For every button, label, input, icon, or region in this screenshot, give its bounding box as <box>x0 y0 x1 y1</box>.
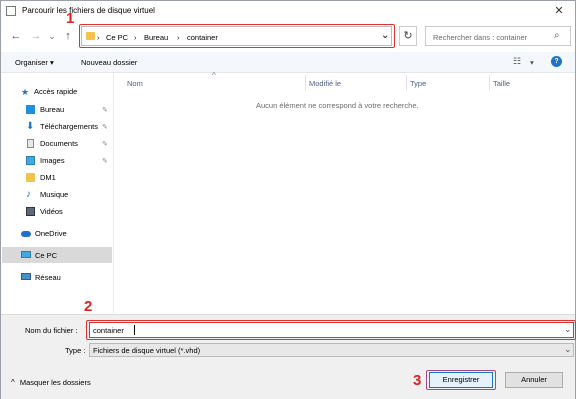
file-type-select[interactable]: Fichiers de disque virtuel (*.vhd) ⌄ <box>89 343 574 357</box>
column-divider[interactable] <box>305 75 306 91</box>
text-cursor <box>134 325 135 335</box>
save-button[interactable]: Enregistrer <box>429 372 493 388</box>
window-icon <box>6 6 16 16</box>
sort-indicator-icon: ^ <box>212 71 216 80</box>
network-icon <box>21 273 31 280</box>
organize-label: Organiser <box>15 58 48 67</box>
file-type-value: Fichiers de disque virtuel (*.vhd) <box>93 346 201 355</box>
pc-icon <box>21 251 31 258</box>
videos-icon <box>26 207 35 216</box>
sidebar-item-label: Documents <box>40 139 78 148</box>
music-icon: ♪ <box>26 189 31 200</box>
file-dialog-window: Parcourir les fichiers de disque virtuel… <box>0 0 576 399</box>
search-icon[interactable]: ⌕ <box>554 30 560 41</box>
sidebar-item-label: Bureau <box>40 105 65 114</box>
address-bar-highlight <box>79 24 395 48</box>
sidebar-item-label: OneDrive <box>35 229 67 238</box>
annotation-number: 2 <box>84 298 93 315</box>
annotation-number: 1 <box>66 10 75 27</box>
back-arrow-icon[interactable]: ← <box>9 29 23 43</box>
view-dropdown-icon[interactable]: ▾ <box>530 58 534 67</box>
column-modified[interactable]: Modifié le <box>309 79 341 88</box>
hide-folders-label: Masquer les dossiers <box>19 378 91 387</box>
view-options-icon[interactable]: ☷ <box>513 56 521 67</box>
empty-message: Aucun élément ne correspond à votre rech… <box>256 101 419 110</box>
pin-icon[interactable]: ✎ <box>102 123 108 131</box>
forward-arrow-icon[interactable]: → <box>29 29 43 43</box>
window-title: Parcourir les fichiers de disque virtuel <box>22 6 155 15</box>
sidebar-item-label: DM1 <box>40 173 56 182</box>
desktop-icon <box>26 105 35 114</box>
filename-dropdown-icon[interactable]: ⌄ <box>564 324 572 335</box>
filename-label: Nom du fichier : <box>25 326 78 335</box>
refresh-icon[interactable]: ↻ <box>399 26 417 46</box>
sidebar-item-label: Réseau <box>35 273 61 282</box>
organize-menu-button[interactable]: Organiser ▾ <box>15 58 54 67</box>
star-icon: ★ <box>21 87 30 97</box>
annotation-number: 3 <box>413 372 422 389</box>
cloud-icon <box>21 231 31 237</box>
up-arrow-icon[interactable]: ↑ <box>61 29 75 43</box>
sidebar-divider <box>113 73 114 313</box>
column-size[interactable]: Taille <box>493 79 510 88</box>
sidebar-item-label: Musique <box>40 190 69 199</box>
cancel-button[interactable]: Annuler <box>505 372 563 388</box>
download-icon: ⬇ <box>26 121 35 132</box>
filename-value: container <box>93 326 124 335</box>
search-input[interactable]: Rechercher dans : container <box>425 26 571 46</box>
column-divider[interactable] <box>489 75 490 91</box>
pin-icon[interactable]: ✎ <box>102 140 108 148</box>
help-icon[interactable]: ? <box>551 56 562 67</box>
new-folder-button[interactable]: Nouveau dossier <box>81 58 137 67</box>
chevron-up-icon: ^ <box>11 378 15 387</box>
images-icon <box>26 156 35 165</box>
column-divider[interactable] <box>406 75 407 91</box>
folder-icon <box>26 173 35 182</box>
pin-icon[interactable]: ✎ <box>102 106 108 114</box>
close-icon[interactable]: ✕ <box>549 4 569 18</box>
sidebar-item-label: Accès rapide <box>34 87 78 96</box>
toolbar: Organiser ▾ Nouveau dossier ☷ ▾ ? <box>1 52 575 73</box>
type-label: Type : <box>65 346 86 355</box>
sidebar-item-label: Vidéos <box>40 207 63 216</box>
chevron-down-icon: ▾ <box>50 58 54 67</box>
column-type[interactable]: Type <box>410 79 426 88</box>
pin-icon[interactable]: ✎ <box>102 157 108 165</box>
search-placeholder: Rechercher dans : container <box>433 33 528 42</box>
documents-icon <box>27 139 34 148</box>
hide-folders-toggle[interactable]: ^ Masquer les dossiers <box>11 378 91 387</box>
sidebar-item-label: Images <box>40 156 65 165</box>
chevron-down-icon: ⌄ <box>564 344 572 354</box>
sidebar-item-label: Téléchargements <box>40 122 98 131</box>
sidebar-item-label: Ce PC <box>35 251 58 260</box>
recent-locations-icon[interactable]: ⌄ <box>45 29 59 43</box>
filename-input[interactable]: container ⌄ <box>89 322 574 338</box>
column-name[interactable]: Nom <box>127 79 143 88</box>
title-bar: Parcourir les fichiers de disque virtuel… <box>1 1 575 21</box>
